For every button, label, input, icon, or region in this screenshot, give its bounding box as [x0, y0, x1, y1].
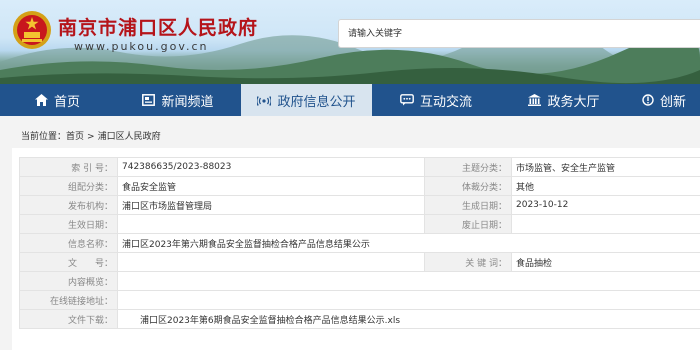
online-link-label: 在线链接地址：	[19, 290, 118, 310]
site-url: www.pukou.gov.cn	[74, 40, 209, 53]
download-label: 文件下载：	[19, 309, 118, 329]
table-row: 文 号： 关 键 词： 食品抽检	[19, 252, 700, 272]
index-no-value: 742386635/2023-88023	[117, 157, 425, 177]
effective-date-value	[117, 214, 425, 234]
main-nav: 首页 新闻频道 政府信息公开 互动交流 政务大厅 创新	[0, 84, 700, 116]
nav-label: 新闻频道	[161, 94, 214, 110]
nav-label: 互动交流	[419, 94, 472, 110]
created-date-value: 2023-10-12	[511, 195, 700, 215]
summary-value	[117, 271, 700, 291]
table-row: 信息名称： 浦口区2023年第六期食品安全监督抽检合格产品信息结果公示	[19, 233, 700, 253]
org-category-value: 食品安全监管	[117, 176, 425, 196]
online-link-value	[117, 290, 700, 310]
table-row: 索 引 号： 742386635/2023-88023 主题分类： 市场监管、安…	[19, 157, 700, 177]
nav-label: 政务大厅	[547, 94, 600, 110]
news-icon	[142, 94, 156, 106]
publisher-value: 浦口区市场监督管理局	[117, 195, 425, 215]
topic-value: 市场监管、安全生产监管	[511, 157, 700, 177]
breadcrumb-link-district[interactable]: 浦口区人民政府	[98, 132, 161, 142]
broadcast-icon	[257, 94, 272, 106]
table-row: 生效日期： 废止日期：	[19, 214, 700, 234]
building-icon	[528, 94, 542, 106]
download-file-link[interactable]: 浦口区2023年第6期食品安全监督抽检合格产品信息结果公示.xls	[140, 316, 400, 326]
nav-item-innovation[interactable]: 创新	[628, 84, 700, 116]
publisher-label: 发布机构：	[19, 195, 118, 215]
doc-no-value	[117, 252, 425, 272]
nav-label: 政府信息公开	[277, 94, 356, 110]
breadcrumb: 当前位置：首页 > 浦口区人民政府	[21, 129, 161, 142]
expire-date-label: 废止日期：	[424, 214, 512, 234]
created-date-label: 生成日期：	[424, 195, 512, 215]
nav-item-interaction[interactable]: 互动交流	[372, 84, 500, 116]
genre-label: 体裁分类：	[424, 176, 512, 196]
innovation-icon	[642, 94, 654, 106]
effective-date-label: 生效日期：	[19, 214, 118, 234]
keywords-value: 食品抽检	[511, 252, 700, 272]
nav-label: 首页	[53, 94, 80, 110]
table-row: 组配分类： 食品安全监管 体裁分类： 其他	[19, 176, 700, 196]
table-row: 在线链接地址：	[19, 290, 700, 310]
site-title[interactable]: 南京市浦口区人民政府	[58, 13, 258, 40]
nav-label: 创新	[660, 94, 687, 110]
breadcrumb-prefix: 当前位置：	[21, 132, 67, 142]
topic-label: 主题分类：	[424, 157, 512, 177]
genre-value: 其他	[511, 176, 700, 196]
nav-item-news[interactable]: 新闻频道	[115, 84, 241, 116]
info-name-value: 浦口区2023年第六期食品安全监督抽检合格产品信息结果公示	[117, 233, 700, 253]
keywords-label: 关 键 词：	[424, 252, 512, 272]
table-row: 发布机构： 浦口区市场监督管理局 生成日期： 2023-10-12	[19, 195, 700, 215]
info-name-label: 信息名称：	[19, 233, 118, 253]
table-row: 文件下载： 浦口区2023年第6期食品安全监督抽检合格产品信息结果公示.xls	[19, 309, 700, 329]
download-cell: 浦口区2023年第6期食品安全监督抽检合格产品信息结果公示.xls	[117, 309, 700, 329]
national-emblem-icon	[13, 11, 51, 49]
doc-no-label: 文 号：	[19, 252, 118, 272]
header-banner: 南京市浦口区人民政府 www.pukou.gov.cn	[0, 0, 700, 84]
nav-item-gov-info[interactable]: 政府信息公开	[241, 84, 372, 116]
nav-item-home[interactable]: 首页	[0, 84, 115, 116]
home-icon	[34, 94, 48, 106]
org-category-label: 组配分类：	[19, 176, 118, 196]
breadcrumb-separator: >	[87, 132, 95, 142]
table-row: 内容概览：	[19, 271, 700, 291]
chat-icon	[400, 94, 414, 106]
breadcrumb-link-home[interactable]: 首页	[66, 132, 84, 142]
expire-date-value	[511, 214, 700, 234]
document-metadata-table: 索 引 号： 742386635/2023-88023 主题分类： 市场监管、安…	[19, 157, 700, 329]
nav-item-service-hall[interactable]: 政务大厅	[500, 84, 628, 116]
index-no-label: 索 引 号：	[19, 157, 118, 177]
search-input[interactable]	[338, 19, 700, 48]
summary-label: 内容概览：	[19, 271, 118, 291]
